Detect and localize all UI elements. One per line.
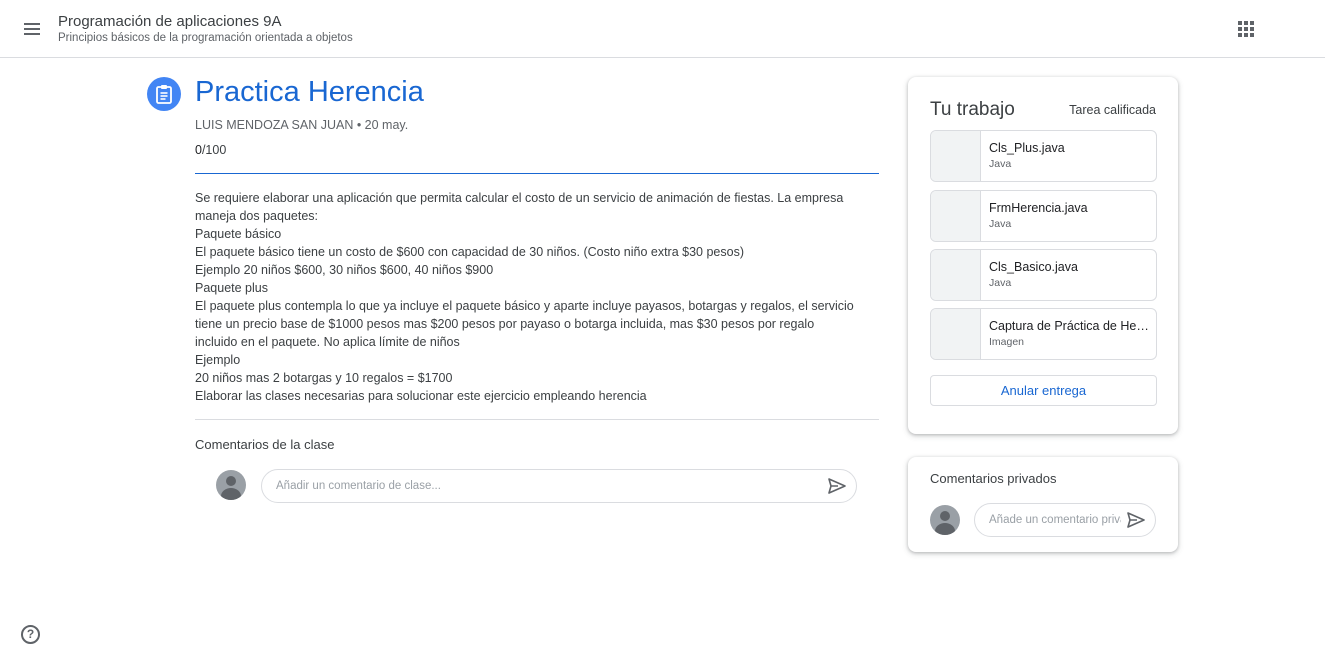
attachment-name: Cls_Plus.java	[989, 141, 1065, 155]
apps-grid-icon[interactable]	[1236, 19, 1256, 39]
description-line: maneja dos paquetes:	[195, 209, 319, 223]
description-line: El paquete plus contempla lo que ya incl…	[195, 299, 854, 313]
attachment-type: Imagen	[989, 336, 1025, 348]
course-title[interactable]: Programación de aplicaciones 9A	[58, 13, 281, 30]
avatar	[930, 505, 960, 535]
attachment-item[interactable]: FrmHerencia.java Java	[930, 190, 1157, 242]
attachment-thumbnail	[931, 131, 981, 181]
send-icon[interactable]	[1125, 509, 1147, 531]
avatar	[216, 470, 246, 500]
top-bar: Programación de aplicaciones 9A Principi…	[0, 0, 1325, 58]
private-comments-title: Comentarios privados	[930, 471, 1057, 486]
points-earned: 0	[195, 143, 202, 157]
class-comment-input[interactable]	[276, 470, 816, 502]
work-status: Tarea calificada	[1069, 103, 1156, 117]
send-icon[interactable]	[826, 475, 848, 497]
description-line: Paquete plus	[195, 281, 268, 295]
title-divider	[195, 173, 879, 174]
attachment-name: FrmHerencia.java	[989, 201, 1088, 215]
attachment-thumbnail	[931, 250, 981, 300]
description-line: Ejemplo	[195, 353, 241, 367]
class-comment-box	[261, 469, 857, 503]
attachment-type: Java	[989, 218, 1012, 230]
attachment-thumbnail	[931, 191, 981, 241]
description-line: Se requiere elaborar una aplicación que …	[195, 191, 844, 205]
assignment-title: Practica Herencia	[195, 76, 424, 108]
attachment-name: Cls_Basico.java	[989, 260, 1078, 274]
description-line: 20 niños mas 2 botargas y 10 regalos = $…	[195, 371, 453, 385]
points-total: /100	[201, 143, 227, 157]
description-line: El paquete básico tiene un costo de $600…	[195, 245, 744, 259]
description-line: incluido en el paquete. No aplica límite…	[195, 335, 460, 349]
description-divider	[195, 419, 879, 420]
your-work-title: Tu trabajo	[930, 99, 1015, 120]
attachment-item[interactable]: Cls_Basico.java Java	[930, 249, 1157, 301]
private-comments-card: Comentarios privados	[908, 457, 1178, 552]
attachment-type: Java	[989, 277, 1012, 289]
description-line: Ejemplo 20 niños $600, 30 niños $600, 40…	[195, 263, 494, 277]
unsubmit-button[interactable]: Anular entrega	[930, 375, 1157, 406]
assignment-meta: LUIS MENDOZA SAN JUAN • 20 may.	[195, 118, 409, 132]
hamburger-menu-icon[interactable]	[20, 17, 44, 41]
your-work-card: Tu trabajo Tarea calificada Cls_Plus.jav…	[908, 77, 1178, 434]
attachment-item[interactable]: Cls_Plus.java Java	[930, 130, 1157, 182]
private-comment-input[interactable]	[989, 504, 1121, 536]
description-line: tiene un precio base de $1000 pesos mas …	[195, 317, 815, 331]
help-icon[interactable]: ?	[21, 625, 40, 644]
attachment-name: Captura de Práctica de Herencia	[989, 319, 1149, 333]
course-subtitle: Principios básicos de la programación or…	[58, 32, 353, 44]
class-comments-title: Comentarios de la clase	[195, 437, 335, 452]
attachment-type: Java	[989, 158, 1012, 170]
assignment-clipboard-icon	[147, 77, 181, 111]
description-line: Elaborar las clases necesarias para solu…	[195, 389, 647, 403]
attachment-item[interactable]: Captura de Práctica de Herencia Imagen	[930, 308, 1157, 360]
assignment-description: Se requiere elaborar una aplicación que …	[195, 189, 885, 405]
private-comment-box	[974, 503, 1156, 537]
assignment-points: 0/100	[195, 143, 226, 157]
attachment-thumbnail	[931, 309, 981, 359]
description-line: Paquete básico	[195, 227, 282, 241]
